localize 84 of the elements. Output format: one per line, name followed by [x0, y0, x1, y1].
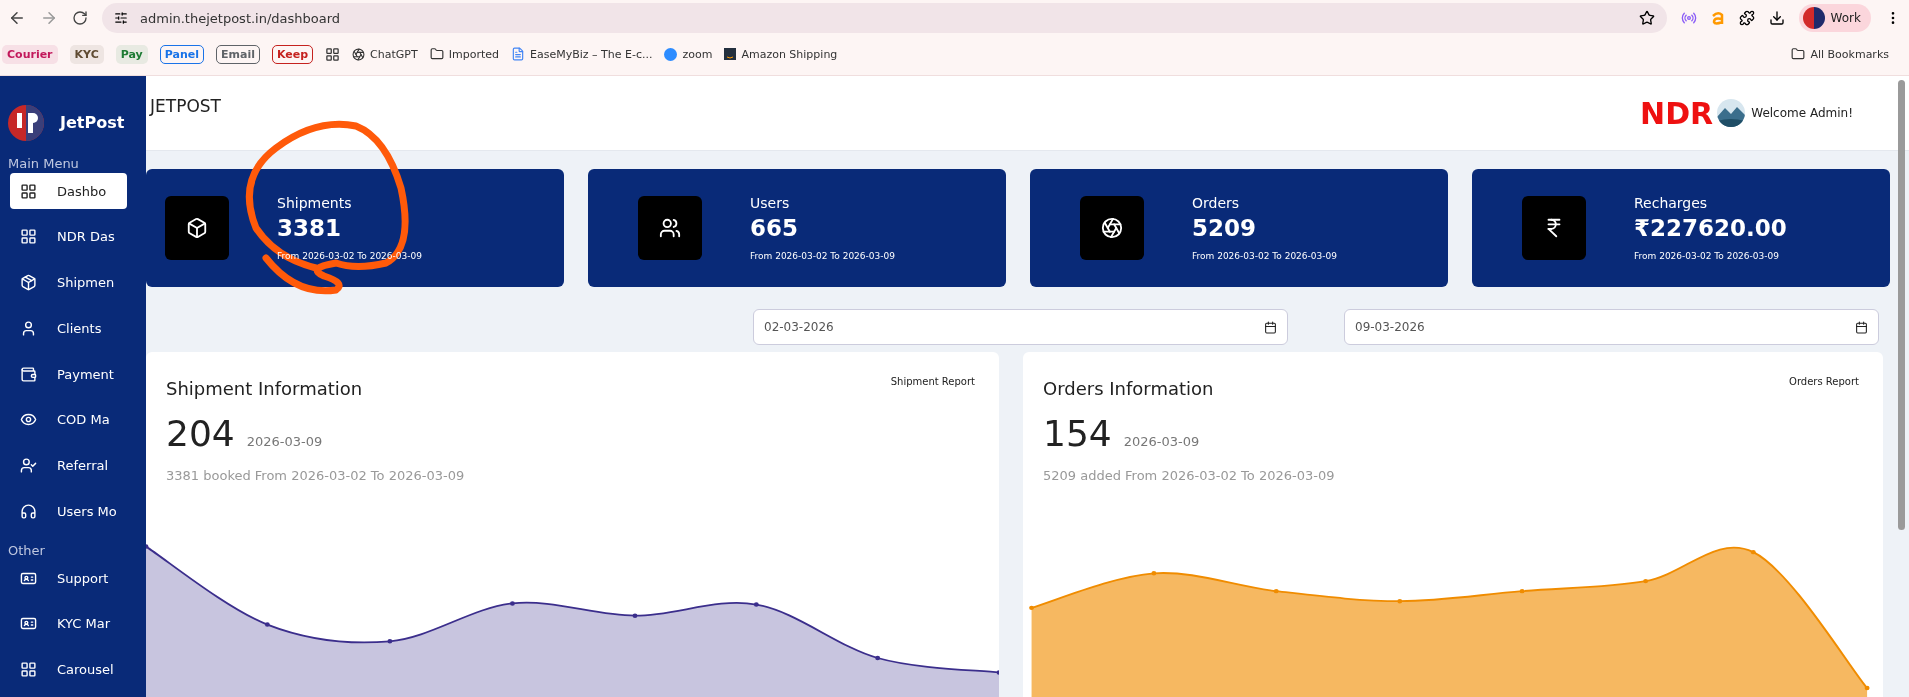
- bookmark-link[interactable]: EaseMyBiz – The E-c...: [529, 47, 653, 61]
- stat-value: 665: [750, 215, 799, 241]
- calendar-icon[interactable]: [1855, 320, 1868, 334]
- stat-value: ₹227620.00: [1634, 215, 1787, 241]
- rupee-icon: [1522, 196, 1586, 260]
- all-bookmarks[interactable]: All Bookmarks: [1810, 47, 1889, 61]
- sidebar-item[interactable]: Referral: [10, 447, 127, 484]
- stat-range: From 2026-03-02 To 2026-03-09: [1192, 251, 1337, 261]
- stat-title: Orders: [1192, 195, 1241, 211]
- report-link[interactable]: Orders Report: [1789, 376, 1859, 399]
- stat-range: From 2026-03-02 To 2026-03-09: [1634, 251, 1780, 261]
- bookmark-chip[interactable]: Panel: [159, 44, 204, 64]
- sidebar-item[interactable]: Carousel: [10, 651, 127, 688]
- site-info-icon[interactable]: [114, 11, 128, 25]
- sidebar-item[interactable]: COD Ma: [10, 401, 127, 439]
- grid-icon: [20, 228, 37, 246]
- forward-icon[interactable]: [40, 9, 58, 27]
- bookmark-chip[interactable]: Keep: [271, 44, 314, 64]
- sidebar-item[interactable]: Shipmen: [10, 264, 127, 301]
- ndr-logo: NDR: [1640, 95, 1714, 131]
- download-icon[interactable]: [1768, 10, 1785, 26]
- sidebar-item[interactable]: Payment: [10, 355, 127, 393]
- section-title: Other: [8, 542, 46, 558]
- user-check-icon: [20, 457, 37, 475]
- scrollbar[interactable]: [1898, 80, 1905, 530]
- calendar-icon[interactable]: [1264, 320, 1277, 334]
- stat-title: Recharges: [1634, 195, 1709, 211]
- sidebar-item[interactable]: NDR Das: [10, 218, 127, 256]
- grid-icon: [20, 182, 37, 200]
- aperture-icon: [352, 47, 366, 61]
- bookmark-chip[interactable]: Email: [216, 44, 260, 64]
- date-field[interactable]: 02-03-2026: [753, 309, 1288, 345]
- page-title: JETPOST: [150, 96, 222, 116]
- stat-value: 5209: [1192, 215, 1257, 241]
- package-icon: [20, 274, 37, 292]
- extensions-icon[interactable]: [1738, 10, 1755, 26]
- count-date: 2026-03-09: [1123, 434, 1200, 449]
- grid-icon: [20, 661, 37, 679]
- back-icon[interactable]: [8, 9, 26, 27]
- bookmark-chip[interactable]: KYC: [69, 44, 104, 64]
- apps-icon[interactable]: [325, 46, 341, 62]
- date-field[interactable]: 09-03-2026: [1344, 309, 1879, 345]
- count-value: 204: [166, 413, 235, 454]
- stat-title: Users: [750, 195, 791, 211]
- stat-title: Shipments: [277, 195, 353, 211]
- stat-range: From 2026-03-02 To 2026-03-09: [750, 251, 895, 261]
- reload-icon[interactable]: [72, 10, 88, 26]
- headset-icon: [20, 502, 37, 520]
- card-title: Orders Information: [1043, 378, 1214, 399]
- report-link[interactable]: Shipment Report: [890, 376, 975, 399]
- users-icon: [638, 196, 702, 260]
- address-bar[interactable]: admin.thejetpost.in/dashboard: [102, 3, 1667, 33]
- sidebar-item[interactable]: Clients: [10, 309, 127, 347]
- bookmark-link[interactable]: Amazon Shipping: [741, 47, 838, 61]
- sidebar-item[interactable]: Support: [10, 559, 127, 597]
- summary-text: 3381 booked From 2026-03-02 To 2026-03-09: [165, 467, 466, 483]
- star-icon[interactable]: [1638, 10, 1655, 26]
- bookmark-chip[interactable]: Pay: [115, 44, 148, 64]
- user-icon: [20, 319, 37, 337]
- broadcast-icon[interactable]: [1680, 10, 1697, 26]
- cube-icon: [165, 196, 229, 260]
- brand-name: JetPost: [60, 113, 125, 133]
- folder-icon: [1791, 47, 1806, 61]
- summary-text: 5209 added From 2026-03-02 To 2026-03-09: [1042, 467, 1336, 483]
- sidebar-item[interactable]: Dashbo: [10, 172, 127, 210]
- card-title: Shipment Information: [166, 378, 363, 399]
- bookmark-link[interactable]: zoom: [682, 47, 713, 61]
- count-value: 154: [1043, 413, 1112, 454]
- stat-value: 3381: [277, 215, 342, 241]
- circle-icon: [664, 47, 678, 61]
- bookmark-link[interactable]: ChatGPT: [370, 47, 418, 61]
- wallet-icon: [20, 365, 37, 383]
- section-title: Main Menu: [8, 155, 80, 171]
- folder-icon: [429, 47, 444, 61]
- bookmark-folder[interactable]: Imported: [448, 47, 499, 61]
- count-date: 2026-03-09: [246, 434, 323, 449]
- url-text: admin.thejetpost.in/dashboard: [140, 10, 341, 26]
- bookmark-chip[interactable]: Courier: [2, 44, 58, 64]
- document-icon: [510, 47, 525, 61]
- sidebar-item[interactable]: KYC Mar: [10, 605, 127, 643]
- logo-icon: [8, 104, 44, 141]
- profile-button[interactable]: Work: [1798, 4, 1871, 32]
- welcome-text: Welcome Admin!: [1751, 106, 1853, 120]
- sidebar-item[interactable]: Users Mo: [10, 492, 127, 530]
